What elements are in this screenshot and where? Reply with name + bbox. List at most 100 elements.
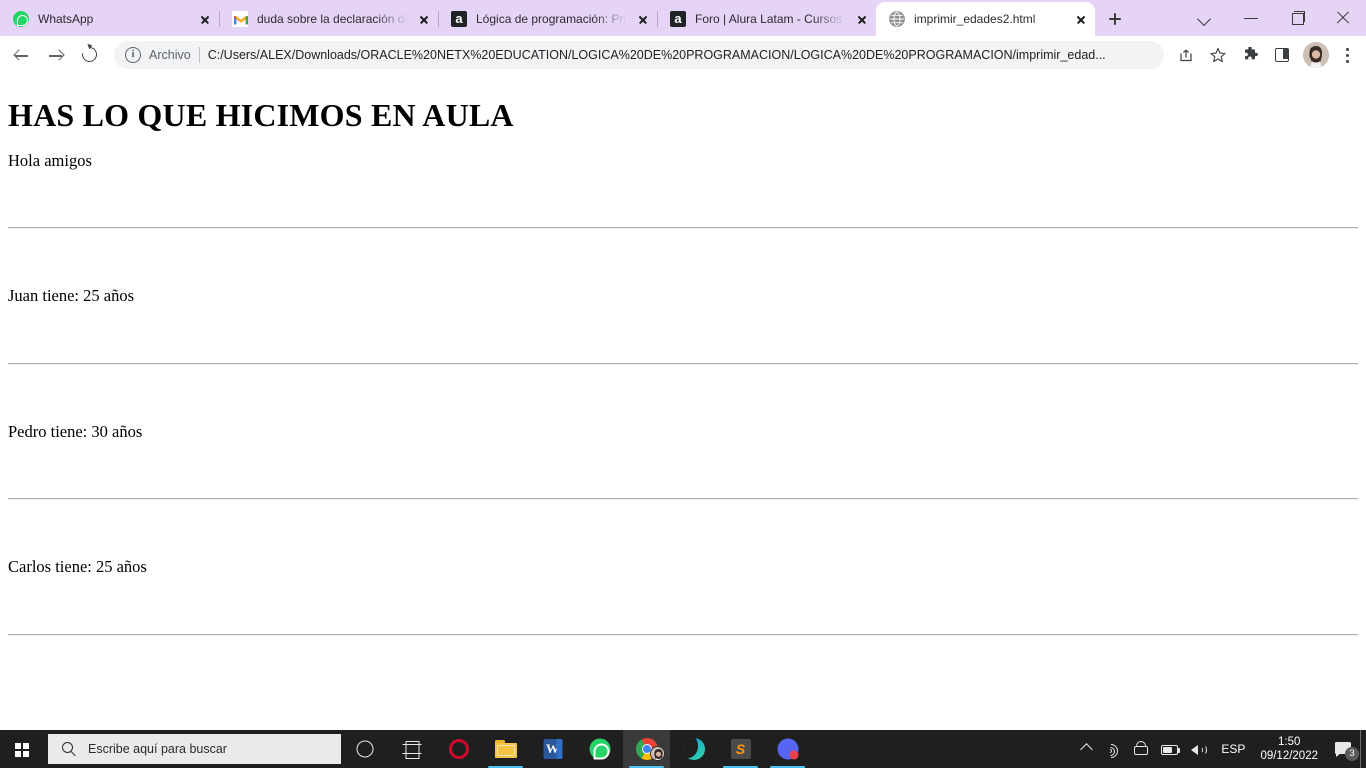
file-explorer-icon <box>494 740 517 758</box>
whatsapp-icon <box>589 738 610 760</box>
browser-toolbar: i Archivo C:/Users/ALEX/Downloads/ORACLE… <box>0 36 1366 74</box>
page-document: HAS LO QUE HICIMOS EN AULA Hola amigos J… <box>0 97 1366 636</box>
page-intro-text: Hola amigos <box>8 150 92 170</box>
tab-title: WhatsApp <box>38 12 94 26</box>
omnibox-divider <box>198 47 200 63</box>
windows-logo-icon <box>15 743 29 757</box>
age-entry-juan: Juan tiene: 25 años <box>8 286 135 306</box>
tab-close-button[interactable] <box>1071 9 1091 29</box>
task-view-icon <box>402 741 421 759</box>
edge-icon <box>682 738 705 760</box>
bookmark-button[interactable] <box>1204 41 1232 69</box>
show-hidden-icons-chevron-up-icon[interactable] <box>1074 730 1100 768</box>
tab-strip: WhatsApp duda sobre la declaración de a … <box>0 0 1366 36</box>
alura-icon: a <box>451 11 467 27</box>
volume-icon[interactable] <box>1184 730 1212 768</box>
opera-icon <box>448 739 469 759</box>
system-tray: ESP 1:50 09/12/2022 3 <box>1074 730 1366 768</box>
tab-close-button[interactable] <box>414 9 434 29</box>
back-button[interactable] <box>6 39 38 71</box>
taskbar-app-sublime-text[interactable]: S <box>717 730 764 768</box>
url-text: C:/Users/ALEX/Downloads/ORACLE%20NETX%20… <box>207 48 1106 62</box>
section-divider <box>8 362 1358 365</box>
new-tab-button[interactable] <box>1101 5 1129 33</box>
taskbar-app-whatsapp[interactable] <box>576 730 623 768</box>
tab-logica-de-programacion[interactable]: a Lógica de programación: Prin <box>438 2 658 36</box>
tab-title: duda sobre la declaración de <box>257 12 408 26</box>
tab-search-chevron-down-icon[interactable] <box>1182 0 1228 36</box>
camera-privacy-icon[interactable] <box>1128 730 1156 768</box>
taskbar-app-edge[interactable] <box>670 730 717 768</box>
tab-whatsapp[interactable]: WhatsApp <box>0 2 220 36</box>
taskbar-app-discord[interactable] <box>764 730 811 768</box>
tab-close-button[interactable] <box>195 9 215 29</box>
discord-icon <box>777 738 798 760</box>
profile-avatar[interactable] <box>1303 42 1329 68</box>
taskbar-app-word[interactable]: W <box>529 730 576 768</box>
wifi-icon[interactable] <box>1100 730 1128 768</box>
search-icon <box>61 741 77 757</box>
menu-dot <box>1345 59 1349 63</box>
taskbar-app-opera[interactable] <box>435 730 482 768</box>
info-circle-icon[interactable]: i <box>125 47 141 63</box>
window-controls <box>1182 0 1366 36</box>
tab-gmail[interactable]: duda sobre la declaración de <box>219 2 439 36</box>
page-title: HAS LO QUE HICIMOS EN AULA <box>8 97 514 133</box>
back-arrow-icon <box>15 49 28 62</box>
chrome-menu-button[interactable] <box>1334 41 1360 69</box>
alura-icon: a <box>670 11 686 27</box>
section-divider <box>8 227 1358 230</box>
cortana-icon <box>356 740 373 758</box>
language-indicator[interactable]: ESP <box>1212 742 1254 756</box>
taskbar-app-cortana[interactable] <box>341 730 388 768</box>
taskbar-app-file-explorer[interactable] <box>482 730 529 768</box>
notification-count-badge: 3 <box>1345 747 1359 761</box>
extensions-button[interactable] <box>1236 41 1264 69</box>
share-button[interactable] <box>1172 41 1200 69</box>
notifications-button[interactable]: 3 <box>1328 730 1360 768</box>
chrome-profile-avatar-icon <box>650 746 665 761</box>
menu-dot <box>1345 53 1349 57</box>
globe-icon <box>889 11 905 27</box>
age-entry-carlos: Carlos tiene: 25 años <box>8 557 147 577</box>
star-icon <box>1210 47 1226 63</box>
section-divider <box>8 633 1358 636</box>
forward-arrow-icon <box>49 49 62 62</box>
scheme-label: Archivo <box>149 48 191 62</box>
whatsapp-icon <box>13 11 29 27</box>
forward-button[interactable] <box>40 39 72 71</box>
tab-title: Foro | Alura Latam - Cursos o <box>695 12 846 26</box>
menu-dot <box>1345 48 1349 52</box>
maximize-restore-button[interactable] <box>1274 0 1320 36</box>
address-bar[interactable]: i Archivo C:/Users/ALEX/Downloads/ORACLE… <box>114 41 1164 69</box>
windows-taskbar: Escribe aquí para buscar W S ESP 1:50 09… <box>0 730 1366 768</box>
taskbar-search-input[interactable]: Escribe aquí para buscar <box>48 734 341 764</box>
reload-button[interactable] <box>74 39 106 71</box>
word-icon: W <box>543 739 562 759</box>
tab-title: imprimir_edades2.html <box>914 12 1036 26</box>
close-window-button[interactable] <box>1320 0 1366 36</box>
tab-close-button[interactable] <box>633 9 653 29</box>
tab-foro-alura-latam[interactable]: a Foro | Alura Latam - Cursos o <box>657 2 876 36</box>
page-viewport: HAS LO QUE HICIMOS EN AULA Hola amigos J… <box>0 76 1366 730</box>
battery-icon[interactable] <box>1156 730 1184 768</box>
tab-close-button[interactable] <box>852 9 872 29</box>
show-desktop-button[interactable] <box>1360 730 1366 768</box>
taskbar-app-task-view[interactable] <box>388 730 435 768</box>
gmail-icon <box>232 11 248 27</box>
reload-icon <box>79 44 100 65</box>
search-placeholder: Escribe aquí para buscar <box>88 742 227 756</box>
minimize-button[interactable] <box>1228 0 1274 36</box>
tab-imprimir-edades2[interactable]: imprimir_edades2.html <box>876 2 1095 36</box>
clock-date: 09/12/2022 <box>1260 750 1318 762</box>
taskbar-app-chrome[interactable] <box>623 730 670 768</box>
start-button[interactable] <box>0 730 48 768</box>
side-panel-button[interactable] <box>1268 41 1296 69</box>
clock[interactable]: 1:50 09/12/2022 <box>1254 735 1328 763</box>
